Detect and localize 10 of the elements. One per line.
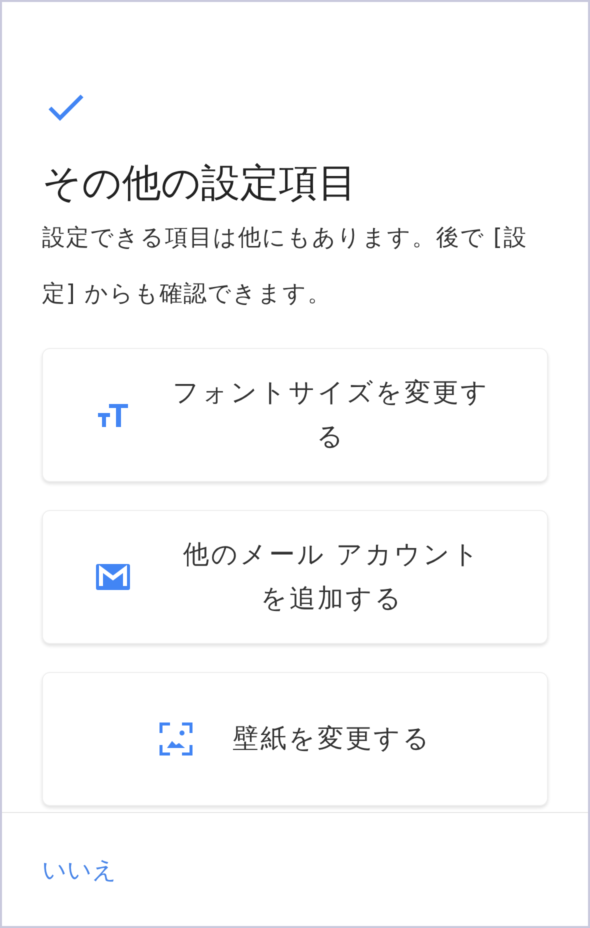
option-card[interactable]: 他のメール アカウントを追加する: [42, 510, 548, 644]
envelope-icon: [96, 564, 130, 590]
option-card[interactable]: フォントサイズを変更する: [42, 348, 548, 482]
no-button[interactable]: いいえ: [42, 850, 117, 890]
description-text: 設定できる項目は他にもあります。後で [設定] からも確認できます。: [42, 224, 528, 309]
image-icon: [158, 722, 192, 756]
check-icon: [46, 92, 86, 122]
text-size-icon: [96, 403, 128, 427]
option-card[interactable]: 壁紙を変更する: [42, 672, 548, 806]
dialog-title: その他の設定項目: [42, 160, 358, 208]
